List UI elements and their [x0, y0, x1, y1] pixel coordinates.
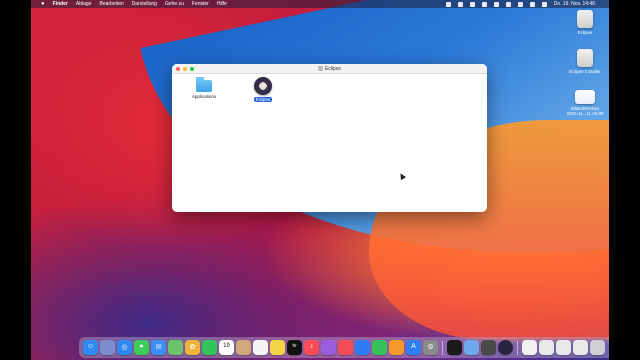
dock-podcasts-icon[interactable] — [321, 340, 336, 355]
dock-document-icon[interactable] — [522, 340, 537, 355]
dock-system-preferences-icon[interactable]: ⚙ — [423, 340, 438, 355]
dock-safari-icon[interactable]: ◎ — [117, 340, 132, 355]
menu-bearbeiten[interactable]: Bearbeiten — [99, 1, 123, 7]
disk-image-icon — [577, 10, 593, 28]
dock-document-icon[interactable] — [556, 340, 571, 355]
window-titlebar[interactable]: Eclipse — [172, 64, 487, 74]
menu-extras: Do. 19. Nov. 14:46 — [445, 0, 603, 8]
control-center-icon[interactable] — [541, 1, 547, 7]
dock-facetime-icon[interactable] — [202, 340, 217, 355]
desktop-icon-eclipse[interactable]: Eclipse — [561, 10, 609, 35]
disk-image-icon — [577, 49, 593, 67]
apple-menu-icon[interactable]: ● — [41, 1, 45, 7]
dock-calendar-icon[interactable]: 19 — [219, 340, 234, 355]
dock-mail-icon[interactable]: ✉ — [151, 340, 166, 355]
dock-quicktime-icon[interactable] — [447, 340, 462, 355]
desktop-icon-label: Eclipse Installer — [569, 69, 601, 74]
dock-news-icon[interactable] — [338, 340, 353, 355]
dock-finder-icon[interactable]: ☺ — [83, 340, 98, 355]
menu-clock[interactable]: Do. 19. Nov. 14:46 — [554, 1, 595, 7]
screenshot-thumbnail-icon — [575, 90, 595, 104]
menu-bar: ● Finder Ablage Bearbeiten Darstellung G… — [31, 0, 609, 8]
dock-separator — [442, 340, 443, 355]
dock-keynote-icon[interactable] — [355, 340, 370, 355]
status-icon-1[interactable] — [445, 1, 451, 7]
dock-eclipse-icon[interactable] — [498, 340, 513, 355]
dock-contacts-icon[interactable] — [236, 340, 251, 355]
desktop-icon-label: Eclipse — [577, 30, 593, 35]
dock-tv-icon[interactable]: tv — [287, 340, 302, 355]
status-icon-3[interactable] — [469, 1, 475, 7]
dock-appstore-icon[interactable]: A — [406, 340, 421, 355]
dock-preview-icon[interactable] — [464, 340, 479, 355]
wifi-icon[interactable] — [517, 1, 523, 7]
dock-reminders-icon[interactable] — [253, 340, 268, 355]
window-title-text: Eclipse — [324, 65, 342, 72]
calendar-day-label: 19 — [223, 343, 230, 349]
dock-photos-icon[interactable]: ✿ — [185, 340, 200, 355]
menu-gehe-zu[interactable]: Gehe zu — [165, 1, 184, 7]
menu-fenster[interactable]: Fenster — [192, 1, 209, 7]
dock-maps-icon[interactable] — [168, 340, 183, 355]
dock-trash-icon[interactable] — [590, 340, 605, 355]
dock: ☺ ◎ ● ✉ ✿ 19 tv ♪ A ⚙ — [79, 337, 609, 358]
menu-ablage[interactable]: Ablage — [76, 1, 92, 7]
dock-document-icon[interactable] — [573, 340, 588, 355]
item-label-selected: Eclipse — [253, 97, 273, 102]
status-icon-6[interactable] — [505, 1, 511, 7]
tv-label: tv — [292, 343, 297, 349]
item-label: Applications — [191, 94, 217, 99]
status-icon-2[interactable] — [457, 1, 463, 7]
dock-launchpad-icon[interactable] — [100, 340, 115, 355]
menu-finder[interactable]: Finder — [53, 1, 68, 7]
dock-messages-icon[interactable]: ● — [134, 340, 149, 355]
dock-pages-icon[interactable] — [389, 340, 404, 355]
menu-darstellung[interactable]: Darstellung — [132, 1, 157, 7]
desktop-icon-eclipse-installer[interactable]: Eclipse Installer — [561, 49, 609, 74]
disk-image-small-icon — [317, 65, 323, 71]
dock-music-icon[interactable]: ♪ — [304, 340, 319, 355]
item-applications[interactable]: Applications — [184, 77, 224, 99]
dock-numbers-icon[interactable] — [372, 340, 387, 355]
dock-separator — [517, 340, 518, 355]
status-icon-4[interactable] — [481, 1, 487, 7]
desktop-icon-screenshot[interactable]: Bildschirmfoto 2020-11...11.40.00 — [561, 90, 609, 116]
eclipse-app-icon — [254, 77, 272, 95]
dock-notes-icon[interactable] — [270, 340, 285, 355]
window-title: Eclipse — [172, 65, 487, 72]
status-icon-5[interactable] — [493, 1, 499, 7]
desktop-screen: ● Finder Ablage Bearbeiten Darstellung G… — [31, 0, 609, 360]
folder-icon — [196, 77, 212, 92]
item-eclipse[interactable]: Eclipse — [243, 77, 283, 102]
search-icon[interactable] — [529, 1, 535, 7]
dock-finalcut-icon[interactable] — [481, 340, 496, 355]
dock-document-icon[interactable] — [539, 340, 554, 355]
menu-hilfe[interactable]: Hilfe — [217, 1, 227, 7]
desktop-icon-label: 2020-11...11.40.00 — [566, 111, 604, 116]
finder-window-eclipse: Eclipse Applications Eclipse — [172, 64, 487, 212]
